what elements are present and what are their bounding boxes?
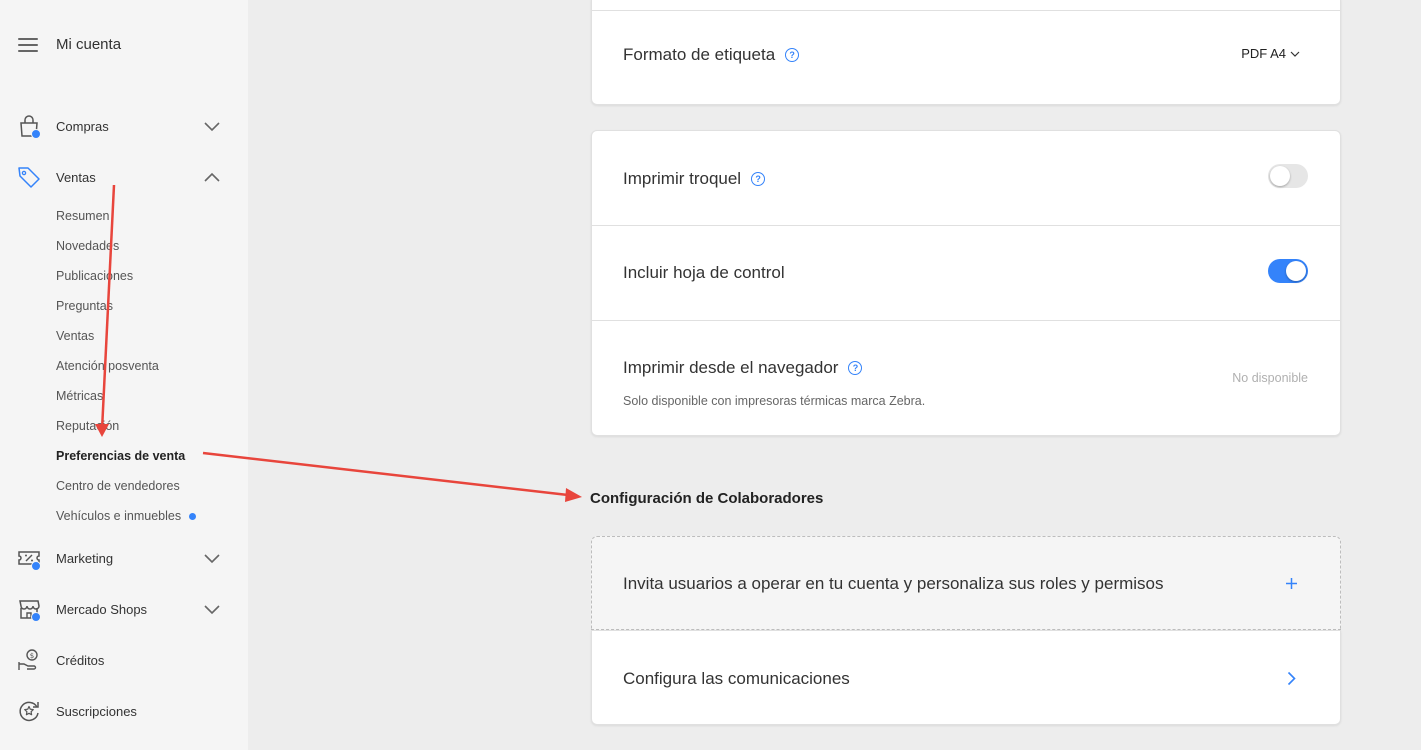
chevron-right-icon <box>1287 671 1296 686</box>
toggle-knob <box>1286 261 1306 281</box>
browser-print-label: Imprimir desde el navegador <box>623 358 839 377</box>
notification-dot <box>189 513 197 521</box>
plus-icon <box>1286 578 1297 589</box>
sidebar-subitem-label: Vehículos e inmuebles <box>56 509 182 523</box>
collaborators-section-title: Configuración de Colaboradores <box>590 490 824 507</box>
sidebar-subitem-preguntas[interactable]: Preguntas <box>56 299 113 313</box>
notification-dot <box>31 612 41 622</box>
label-format-row: Formato de etiqueta ? PDF A4 <box>592 11 1340 104</box>
sidebar-subitem-vehiculos-e-inmuebles[interactable]: Vehículos e inmuebles <box>56 509 197 523</box>
label-format-label-wrap: Formato de etiqueta ? <box>623 45 800 65</box>
chevron-down-icon <box>1290 51 1300 57</box>
configure-comms-row[interactable]: Configura las comunicaciones <box>591 630 1341 725</box>
sidebar-item-compras[interactable]: Compras <box>0 108 248 144</box>
help-icon[interactable]: ? <box>848 361 863 375</box>
label-format-card: Formato de etiqueta ? PDF A4 <box>591 0 1341 105</box>
sidebar-subitem-preferencias-de-venta[interactable]: Preferencias de venta <box>56 449 185 463</box>
chevron-down-icon <box>204 554 220 564</box>
sidebar-subitem-publicaciones[interactable]: Publicaciones <box>56 269 133 283</box>
browser-print-status: No disponible <box>1232 371 1308 385</box>
tag-icon <box>18 167 40 188</box>
help-icon[interactable]: ? <box>785 48 800 62</box>
sidebar-item-label: Compras <box>56 118 109 134</box>
sidebar-subitem-atencion-posventa[interactable]: Atención posventa <box>56 359 159 373</box>
sidebar-item-label: Mercado Shops <box>56 601 148 617</box>
sidebar-item-creditos[interactable]: $ Créditos <box>0 642 248 678</box>
label-format-label: Formato de etiqueta <box>623 45 776 64</box>
sidebar-item-label: Créditos <box>56 652 105 668</box>
sidebar-item-ventas[interactable]: Ventas <box>0 159 248 195</box>
sidebar-subitem-resumen[interactable]: Resumen <box>56 209 110 223</box>
previous-row <box>592 0 1340 11</box>
chevron-down-icon <box>204 122 220 132</box>
notification-dot <box>31 129 41 139</box>
print-die-toggle[interactable] <box>1268 164 1308 188</box>
sidebar-item-label: Marketing <box>56 550 114 566</box>
help-icon[interactable]: ? <box>751 172 766 186</box>
control-sheet-row: Incluir hoja de control <box>592 226 1340 321</box>
invite-users-row[interactable]: Invita usuarios a operar en tu cuenta y … <box>591 536 1341 630</box>
configure-comms-label: Configura las comunicaciones <box>623 669 850 688</box>
sidebar-item-marketing[interactable]: Marketing <box>0 540 248 576</box>
sidebar-subitem-metricas[interactable]: Métricas <box>56 389 103 403</box>
chevron-up-icon <box>204 172 220 182</box>
sidebar-item-suscripciones[interactable]: Suscripciones <box>0 693 248 729</box>
print-die-label: Imprimir troquel <box>623 169 742 188</box>
svg-text:$: $ <box>30 652 34 660</box>
sidebar-item-mercado-shops[interactable]: Mercado Shops <box>0 591 248 627</box>
print-die-label-wrap: Imprimir troquel ? <box>623 169 766 189</box>
sidebar-title: Mi cuenta <box>56 36 122 53</box>
print-die-row: Imprimir troquel ? <box>592 131 1340 226</box>
sidebar-header: Mi cuenta <box>18 36 121 53</box>
sidebar-item-label: Ventas <box>56 169 96 185</box>
subscription-star-icon <box>19 701 39 722</box>
sidebar-subitem-novedades[interactable]: Novedades <box>56 239 119 253</box>
label-format-dropdown[interactable]: PDF A4 <box>1241 46 1300 61</box>
menu-icon[interactable] <box>18 37 38 52</box>
sidebar-subitem-reputacion[interactable]: Reputación <box>56 419 119 433</box>
browser-print-row: Imprimir desde el navegador ? Solo dispo… <box>592 321 1340 435</box>
money-hand-icon: $ <box>18 649 38 670</box>
print-options-card: Imprimir troquel ? Incluir hoja de contr… <box>591 130 1341 436</box>
toggle-knob <box>1270 166 1290 186</box>
sidebar-subitem-centro-de-vendedores[interactable]: Centro de vendedores <box>56 479 180 493</box>
sidebar: Mi cuenta Compras Ventas Resumen Novedad… <box>0 0 248 750</box>
sidebar-item-label: Suscripciones <box>56 703 137 719</box>
browser-print-label-wrap: Imprimir desde el navegador ? <box>623 358 863 378</box>
label-format-value: PDF A4 <box>1241 46 1286 61</box>
sidebar-subitem-ventas[interactable]: Ventas <box>56 329 94 343</box>
notification-dot <box>31 561 41 571</box>
invite-users-label: Invita usuarios a operar en tu cuenta y … <box>623 574 1164 593</box>
control-sheet-label: Incluir hoja de control <box>623 263 785 282</box>
control-sheet-label-wrap: Incluir hoja de control <box>623 263 785 283</box>
chevron-down-icon <box>204 605 220 615</box>
browser-print-description: Solo disponible con impresoras térmicas … <box>623 394 926 408</box>
control-sheet-toggle[interactable] <box>1268 259 1308 283</box>
